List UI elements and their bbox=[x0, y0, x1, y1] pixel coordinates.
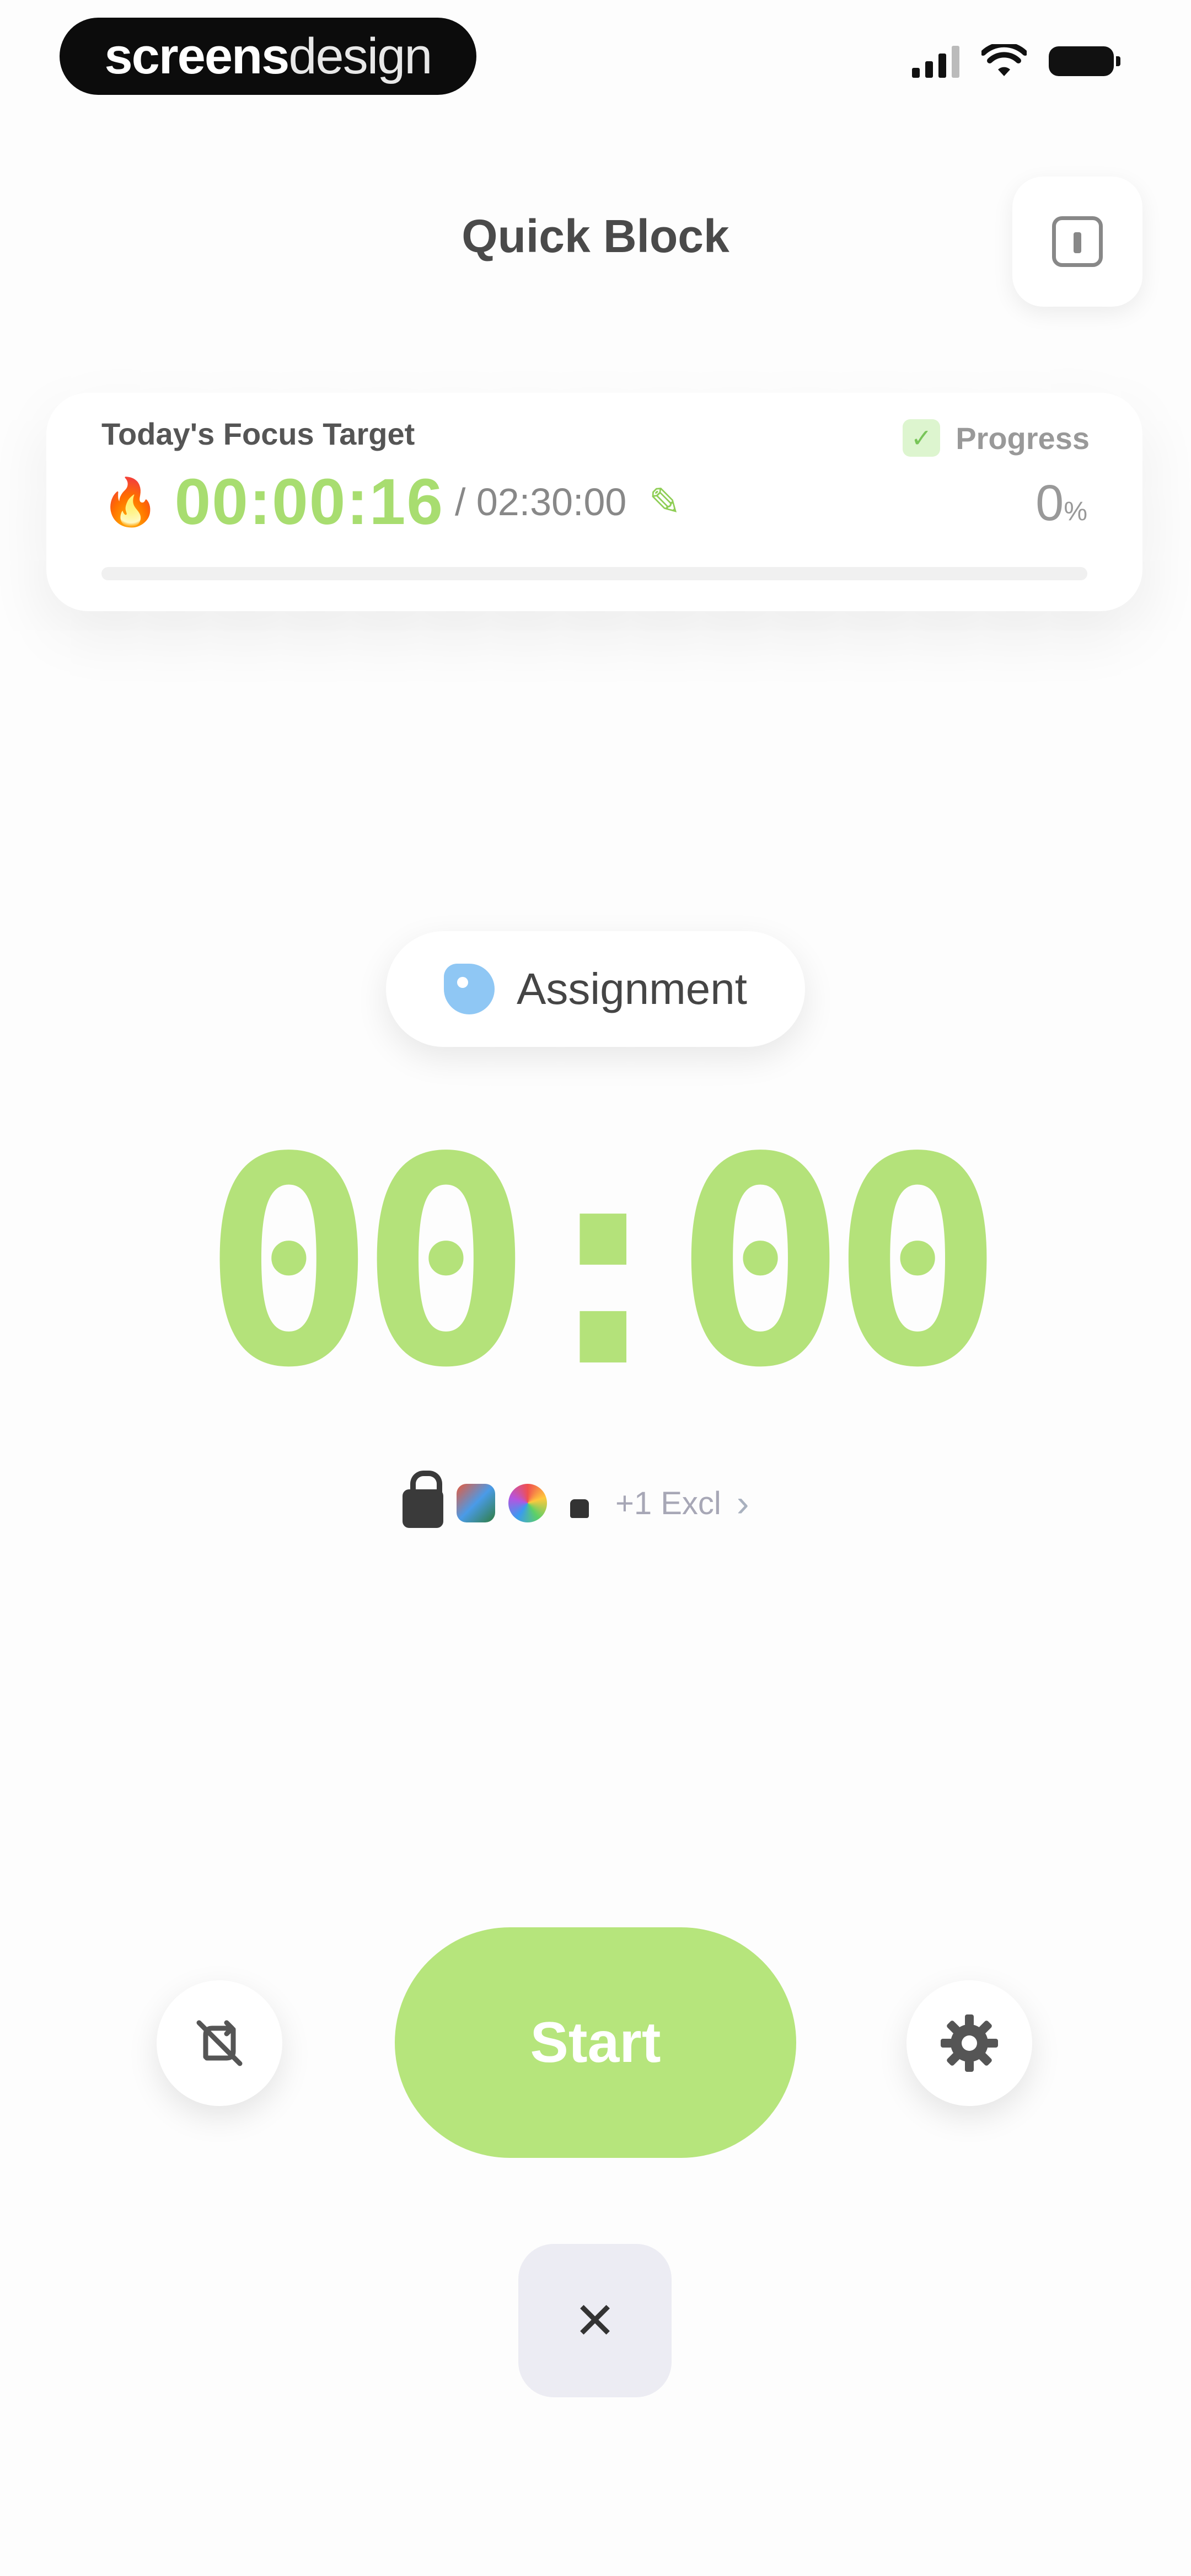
status-icons bbox=[912, 44, 1120, 78]
brand-logo: screens design bbox=[60, 18, 476, 95]
info-icon bbox=[1052, 216, 1103, 267]
session-timer: 00:00 bbox=[202, 1096, 1004, 1430]
brand-logo-text-bold: screens bbox=[104, 28, 290, 84]
edit-pencil-icon[interactable]: ✎ bbox=[648, 479, 681, 525]
target-time: / 02:30:00 bbox=[454, 480, 627, 523]
tag-icon bbox=[444, 964, 495, 1014]
app-icon-2 bbox=[508, 1484, 547, 1522]
focus-time-row: 🔥 00:00:16 / 02:30:00 ✎ bbox=[101, 464, 681, 539]
app-icon-1 bbox=[457, 1484, 495, 1522]
progress-bar bbox=[101, 567, 1087, 580]
settings-icon bbox=[941, 2014, 998, 2072]
focus-target-label: Today's Focus Target bbox=[101, 416, 415, 451]
close-button[interactable]: ✕ bbox=[518, 2244, 672, 2397]
flame-icon: 🔥 bbox=[101, 475, 159, 528]
app-icon-3 bbox=[560, 1484, 599, 1522]
no-repeat-button[interactable] bbox=[157, 1980, 282, 2106]
lock-icon bbox=[403, 1471, 443, 1528]
excluded-count: +1 Excl bbox=[615, 1485, 721, 1521]
battery-icon bbox=[1049, 46, 1120, 76]
close-icon: ✕ bbox=[573, 2292, 616, 2349]
progress-label: Progress bbox=[956, 420, 1090, 456]
elapsed-time: 00:00:16 bbox=[174, 466, 444, 538]
progress-header: ✓ Progress bbox=[903, 419, 1090, 457]
progress-percent-value: 0 bbox=[1036, 475, 1064, 531]
settings-button[interactable] bbox=[906, 1980, 1032, 2106]
progress-percent: 0% bbox=[1036, 474, 1087, 532]
wifi-icon bbox=[981, 44, 1027, 76]
no-repeat-icon bbox=[196, 2020, 243, 2066]
tag-selector[interactable]: Assignment bbox=[386, 931, 805, 1047]
chevron-right-icon: › bbox=[736, 1482, 749, 1524]
tag-label: Assignment bbox=[517, 964, 747, 1013]
cellular-signal-icon bbox=[912, 45, 959, 78]
brand-logo-text-light: design bbox=[288, 28, 432, 84]
info-button[interactable] bbox=[1012, 177, 1142, 307]
quick-block-screen: screens design Quick Block Today's Focus … bbox=[0, 0, 1191, 2576]
check-icon: ✓ bbox=[903, 419, 941, 457]
focus-target-card[interactable]: Today's Focus Target ✓ Progress 🔥 00:00:… bbox=[46, 393, 1142, 611]
start-button[interactable]: Start bbox=[395, 1927, 796, 2158]
blocked-apps-row[interactable]: +1 Excl › bbox=[403, 1471, 749, 1528]
progress-percent-unit: % bbox=[1064, 497, 1087, 526]
